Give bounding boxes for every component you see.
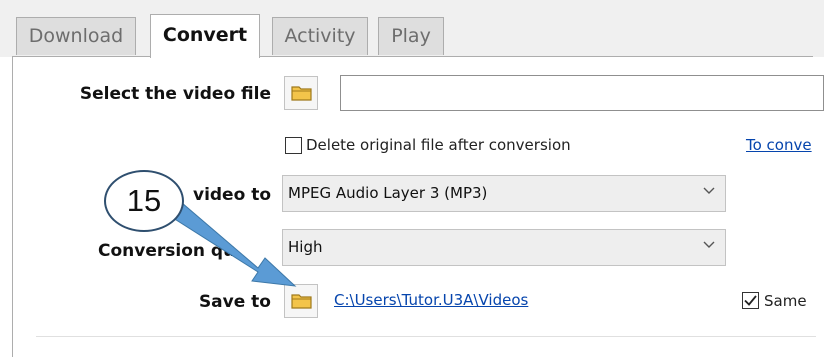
step-number-callout: 15 [104, 170, 184, 232]
